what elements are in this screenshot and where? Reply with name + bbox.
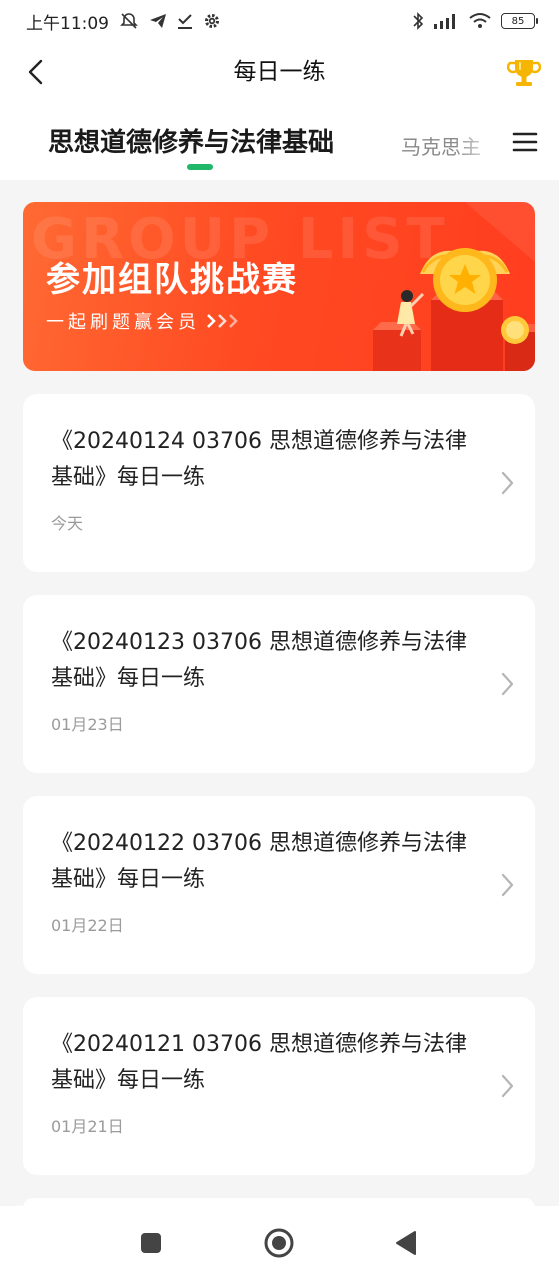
page-title: 每日一练 [233, 59, 326, 85]
list-item[interactable]: 《20240122 03706 思想道德修养与法律基础》每日一练 01月22日 [23, 796, 535, 974]
practice-date: 01月21日 [51, 1117, 124, 1136]
chevron-right-icon [501, 873, 514, 897]
recents-square-icon [141, 1233, 161, 1253]
banner-subtitle-text: 一起刷题赢会员 [46, 312, 200, 333]
back-nav-button[interactable] [389, 1226, 423, 1260]
recents-button[interactable] [134, 1226, 168, 1260]
app-header: 每日一练 [0, 42, 559, 102]
status-time: 上午11:09 [26, 13, 109, 34]
chevron-right-icon [501, 471, 514, 495]
battery-level: 85 [511, 15, 525, 27]
download-check-icon [177, 12, 193, 30]
wifi-icon [468, 12, 492, 30]
practice-date: 01月22日 [51, 916, 124, 935]
home-button[interactable] [262, 1226, 296, 1260]
telegram-icon [149, 12, 167, 30]
practice-title: 《20240121 03706 思想道德修养与法律基础》每日一练 [51, 1032, 467, 1093]
practice-title: 《20240124 03706 思想道德修养与法律基础》每日一练 [51, 429, 467, 490]
tab-indicator [187, 164, 213, 170]
banner-subtitle: 一起刷题赢会员 [46, 308, 242, 334]
practice-date: 01月23日 [51, 715, 124, 734]
subject-tabs: 思想道德修养与法律基础 马克思主 [0, 102, 559, 180]
tab-fade-overlay [455, 122, 500, 172]
list-item[interactable]: 《20240123 03706 思想道德修养与法律基础》每日一练 01月23日 [23, 595, 535, 773]
practice-date: 今天 [51, 514, 84, 533]
list-item[interactable]: 《20240121 03706 思想道德修养与法律基础》每日一练 01月21日 [23, 997, 535, 1175]
tab-subject-active[interactable]: 思想道德修养与法律基础 [48, 122, 334, 159]
triple-chevron-icon [207, 314, 238, 328]
battery-icon: 85 [501, 13, 538, 29]
menu-button[interactable] [511, 129, 539, 155]
trophy-button[interactable] [505, 54, 543, 92]
team-challenge-banner[interactable]: GROUP LIST 参加组队挑战赛 一起刷题赢会员 [23, 202, 535, 371]
home-circle-icon [264, 1228, 294, 1258]
bluetooth-icon [412, 11, 424, 31]
signal-icon [433, 12, 459, 30]
status-bar: 上午11:09 85 [0, 0, 559, 42]
chevron-right-icon [501, 672, 514, 696]
chevron-left-icon [28, 59, 43, 85]
chevron-right-icon [501, 1074, 514, 1098]
trophy-icon [507, 60, 541, 86]
back-triangle-icon [396, 1231, 416, 1255]
banner-title: 参加组队挑战赛 [46, 260, 298, 300]
practice-title: 《20240123 03706 思想道德修养与法律基础》每日一练 [51, 630, 467, 691]
menu-icon [512, 132, 538, 152]
settings-gear-icon [203, 12, 221, 30]
list-item[interactable]: 《20240124 03706 思想道德修养与法律基础》每日一练 今天 [23, 394, 535, 572]
alarm-off-icon [119, 11, 139, 31]
system-nav-bar [0, 1206, 559, 1280]
trophy-medal-illustration [373, 202, 535, 371]
practice-title: 《20240122 03706 思想道德修养与法律基础》每日一练 [51, 831, 467, 892]
back-button[interactable] [18, 54, 54, 90]
